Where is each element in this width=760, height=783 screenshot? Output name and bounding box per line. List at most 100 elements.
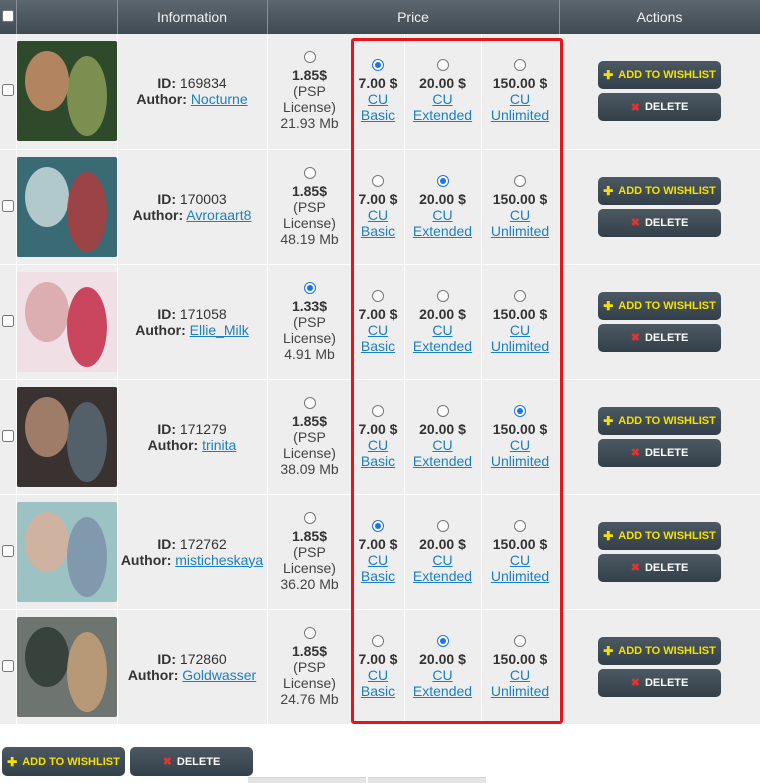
file-size: 38.09 Mb	[280, 460, 339, 477]
thumbnail-cell	[16, 264, 118, 380]
psp-license-label: (PSP License)	[283, 83, 336, 116]
license-radio-extended[interactable]	[436, 289, 449, 302]
cu-unlimited-link[interactable]: CU Unlimited	[491, 437, 549, 469]
wishlist-label: ADD TO WISHLIST	[618, 644, 716, 657]
license-radio-unlimited[interactable]	[514, 634, 527, 647]
cu-basic-link[interactable]: CU Basic	[361, 437, 395, 469]
cu-extended-link[interactable]: CU Extended	[413, 91, 472, 123]
product-thumbnail[interactable]	[16, 386, 117, 487]
unlimited-price: 150.00 $	[492, 535, 548, 552]
cu-extended-link[interactable]: CU Extended	[413, 322, 472, 354]
add-to-wishlist-button[interactable]: ✚ ADD TO WISHLIST	[598, 176, 722, 205]
author-link[interactable]: trinita	[202, 437, 236, 453]
license-radio-psp[interactable]	[303, 396, 316, 409]
cu-basic-link[interactable]: CU Basic	[361, 552, 395, 584]
unlimited-label: Unlimited	[490, 682, 550, 699]
cu-basic-link[interactable]: CU Basic	[361, 667, 395, 699]
license-radio-basic[interactable]	[372, 404, 384, 417]
row-checkbox[interactable]	[1, 429, 14, 442]
product-thumbnail[interactable]	[16, 616, 117, 717]
add-to-wishlist-button[interactable]: ✚ ADD TO WISHLIST	[598, 636, 722, 665]
license-radio-extended[interactable]	[436, 519, 449, 532]
license-radio-basic[interactable]	[372, 634, 384, 647]
cu-unlimited-link[interactable]: CU Unlimited	[491, 207, 549, 239]
product-thumbnail[interactable]	[16, 41, 117, 142]
extended-price: 20.00 $	[419, 190, 466, 207]
row-checkbox-cell	[0, 494, 17, 610]
information-header: Information	[117, 0, 268, 34]
license-radio-basic[interactable]	[372, 289, 384, 302]
license-radio-basic[interactable]	[372, 519, 384, 532]
cu-basic-link[interactable]: CU Basic	[361, 322, 395, 354]
cu-extended-link[interactable]: CU Extended	[413, 207, 472, 239]
row-checkbox[interactable]	[1, 199, 14, 212]
license-radio-extended[interactable]	[436, 404, 449, 417]
wishlist-label: ADD TO WISHLIST	[618, 184, 716, 197]
license-radio-psp[interactable]	[303, 281, 316, 294]
file-size: 4.91 Mb	[284, 345, 335, 362]
row-checkbox[interactable]	[1, 659, 14, 672]
cu-label: CU	[509, 321, 531, 338]
delete-button[interactable]: ✖ DELETE	[598, 553, 722, 582]
license-radio-unlimited[interactable]	[514, 404, 527, 417]
author-link[interactable]: Goldwasser	[182, 667, 256, 683]
product-thumbnail[interactable]	[16, 156, 117, 257]
license-radio-unlimited[interactable]	[514, 59, 527, 72]
basic-label: Basic	[360, 567, 396, 584]
delete-button[interactable]: ✖ DELETE	[598, 93, 722, 122]
select-all-checkbox[interactable]	[1, 10, 14, 22]
license-radio-extended[interactable]	[436, 634, 449, 647]
psp-price: 1.85$	[291, 642, 328, 659]
cu-extended-link[interactable]: CU Extended	[413, 552, 472, 584]
add-to-wishlist-button[interactable]: ✚ ADD TO WISHLIST	[598, 406, 722, 435]
bottom-tab[interactable]	[368, 777, 486, 783]
license-radio-basic[interactable]	[372, 174, 384, 187]
cu-basic-link[interactable]: CU Basic	[361, 91, 395, 123]
add-to-wishlist-button[interactable]: ✚ ADD TO WISHLIST	[598, 521, 722, 550]
license-radio-basic[interactable]	[372, 59, 384, 72]
actions-cell: ✚ ADD TO WISHLIST ✖ DELETE	[559, 149, 760, 265]
author-link[interactable]: misticheskaya	[175, 552, 263, 568]
row-checkbox[interactable]	[1, 84, 14, 97]
license-radio-extended[interactable]	[436, 59, 449, 72]
license-radio-psp[interactable]	[303, 51, 316, 64]
cu-label: CU	[432, 321, 453, 338]
bulk-add-to-wishlist-button[interactable]: ✚ ADD TO WISHLIST	[2, 747, 125, 776]
item-id: 169834	[179, 75, 227, 92]
bulk-delete-button[interactable]: ✖ DELETE	[130, 747, 253, 776]
author-link[interactable]: Ellie_Milk	[190, 322, 249, 338]
delete-button[interactable]: ✖ DELETE	[598, 208, 722, 237]
license-radio-psp[interactable]	[303, 626, 316, 639]
license-radio-psp[interactable]	[303, 511, 316, 524]
cu-unlimited-link[interactable]: CU Unlimited	[491, 322, 549, 354]
author-link[interactable]: Avroraart8	[186, 207, 251, 223]
bottom-tab[interactable]	[248, 777, 366, 783]
psp-price: 1.85$	[291, 527, 328, 544]
license-radio-unlimited[interactable]	[514, 289, 527, 302]
cu-unlimited-link[interactable]: CU Unlimited	[491, 667, 549, 699]
cu-unlimited-link[interactable]: CU Unlimited	[491, 91, 549, 123]
cu-basic-link[interactable]: CU Basic	[361, 207, 395, 239]
row-checkbox[interactable]	[1, 544, 14, 557]
delete-button[interactable]: ✖ DELETE	[598, 668, 722, 697]
cu-unlimited-link[interactable]: CU Unlimited	[491, 552, 549, 584]
row-checkbox[interactable]	[1, 314, 14, 327]
author-link[interactable]: Nocturne	[191, 91, 248, 107]
delete-button[interactable]: ✖ DELETE	[598, 323, 722, 352]
cu-extended-link[interactable]: CU Extended	[413, 437, 472, 469]
license-radio-extended[interactable]	[436, 174, 449, 187]
add-to-wishlist-button[interactable]: ✚ ADD TO WISHLIST	[598, 61, 722, 90]
product-thumbnail[interactable]	[16, 271, 117, 372]
license-radio-unlimited[interactable]	[514, 174, 527, 187]
license-radio-unlimited[interactable]	[514, 519, 527, 532]
license-radio-psp[interactable]	[303, 166, 316, 179]
delete-button[interactable]: ✖ DELETE	[598, 438, 722, 467]
cu-extended-cell: 20.00 $ CU Extended	[404, 379, 482, 495]
item-id: 171058	[179, 305, 227, 322]
extended-label: Extended	[412, 337, 473, 354]
cu-extended-link[interactable]: CU Extended	[413, 667, 472, 699]
extended-label: Extended	[412, 452, 473, 469]
cu-extended-cell: 20.00 $ CU Extended	[404, 34, 482, 150]
add-to-wishlist-button[interactable]: ✚ ADD TO WISHLIST	[598, 291, 722, 320]
product-thumbnail[interactable]	[16, 501, 117, 602]
